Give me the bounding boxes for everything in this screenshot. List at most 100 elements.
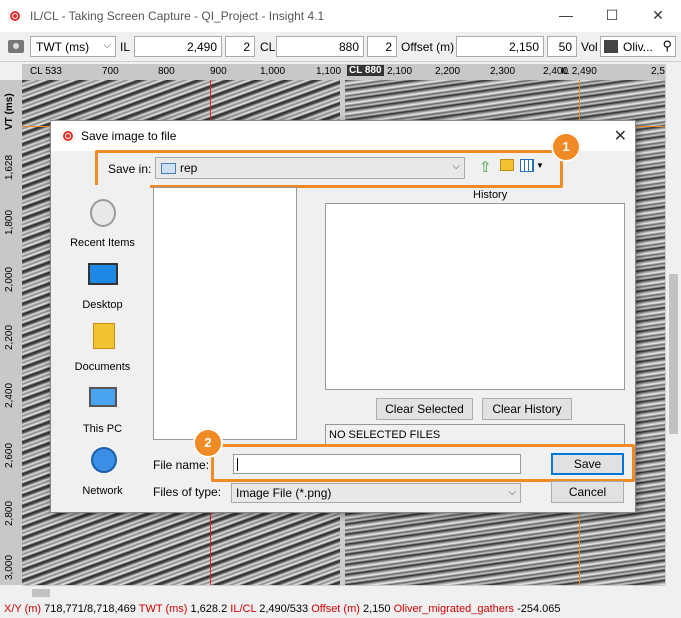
ruler-tick: 2,200 bbox=[435, 66, 461, 77]
close-button[interactable]: ✕ bbox=[635, 0, 681, 32]
twt-label: TWT (ms) bbox=[138, 603, 188, 615]
app-icon bbox=[8, 9, 22, 23]
place-this-pc[interactable]: This PC bbox=[55, 381, 150, 441]
ilcl-value: 2,490/533 bbox=[259, 603, 309, 615]
computer-icon bbox=[89, 387, 117, 407]
history-list[interactable] bbox=[325, 203, 625, 390]
offset-status-value: 2,150 bbox=[362, 603, 391, 615]
il-step-input[interactable]: 2 bbox=[225, 36, 255, 57]
domain-select[interactable]: TWT (ms) ⌵ bbox=[30, 36, 116, 57]
toolbar: TWT (ms) ⌵ IL 2,490 2 CL 880 2 Offset (m… bbox=[0, 32, 681, 62]
cl-label: CL bbox=[260, 40, 276, 54]
time-tick: 2,400 bbox=[4, 382, 15, 408]
cl-input[interactable]: 880 bbox=[276, 36, 364, 57]
callout-badge-2: 2 bbox=[193, 428, 223, 458]
recent-items-icon bbox=[90, 199, 116, 227]
ruler-tick: 2,300 bbox=[490, 66, 516, 77]
place-label: Desktop bbox=[82, 299, 123, 311]
places-bar: Recent Items Desktop Documents This PC N… bbox=[55, 185, 150, 505]
cl-panel-label: CL 880 bbox=[347, 65, 384, 76]
callout-highlight-2 bbox=[211, 444, 635, 482]
clear-selected-button[interactable]: Clear Selected bbox=[376, 398, 473, 420]
volume-select[interactable]: Oliv... ⚲ bbox=[600, 36, 676, 57]
place-label: Recent Items bbox=[70, 237, 135, 249]
xy-label: X/Y (m) bbox=[4, 603, 42, 615]
place-label: This PC bbox=[82, 423, 123, 435]
ruler-left: VT (ms) 1,628 1,800 2,000 2,200 2,400 2,… bbox=[0, 80, 22, 585]
il-input[interactable]: 2,490 bbox=[134, 36, 222, 57]
place-desktop[interactable]: Desktop bbox=[55, 257, 150, 317]
network-icon bbox=[91, 447, 117, 473]
ruler-tick: 2,100 bbox=[387, 66, 413, 77]
ruler-tick: 800 bbox=[158, 66, 175, 77]
scrollbar-thumb[interactable] bbox=[669, 274, 678, 434]
ruler-tick: 700 bbox=[102, 66, 119, 77]
il-panel-label: IL 2,490 bbox=[561, 66, 597, 77]
offset-label: Offset (m) bbox=[401, 40, 455, 54]
chevron-down-icon: ⌵ bbox=[508, 487, 516, 498]
offset-input[interactable]: 2,150 bbox=[456, 36, 544, 57]
ruler-tick: 1,100 bbox=[316, 66, 342, 77]
time-tick: 1,800 bbox=[4, 209, 15, 235]
time-tick: 2,800 bbox=[4, 500, 15, 526]
desktop-icon bbox=[88, 263, 118, 285]
time-tick: 2,000 bbox=[4, 266, 15, 292]
history-label: History bbox=[473, 189, 508, 201]
time-tick: 1,628 bbox=[4, 154, 15, 180]
vol-label: Vol bbox=[581, 40, 598, 54]
time-tick: 3,000 bbox=[4, 554, 15, 580]
volume-icon bbox=[604, 40, 618, 53]
place-network[interactable]: Network bbox=[55, 443, 150, 503]
files-of-type-value: Image File (*.png) bbox=[236, 486, 332, 500]
search-icon[interactable]: ⚲ bbox=[662, 38, 672, 54]
cancel-button[interactable]: Cancel bbox=[551, 481, 624, 503]
xy-value: 718,771/8,718,469 bbox=[44, 603, 136, 615]
chevron-down-icon: ⌵ bbox=[103, 40, 111, 51]
callout-badge-1: 1 bbox=[551, 132, 581, 162]
save-image-dialog: Save image to file ✕ Save in: rep ⌵ ⇧ ▼ … bbox=[50, 120, 636, 513]
ilcl-label: IL/CL bbox=[230, 603, 257, 615]
ruler-top-right: CL 880 2,100 2,200 2,300 2,400 IL 2,490 … bbox=[345, 64, 665, 80]
volume-value: Oliv... bbox=[623, 40, 653, 54]
dialog-title: Save image to file bbox=[81, 129, 177, 143]
offset-status-label: Offset (m) bbox=[311, 603, 360, 615]
place-label: Network bbox=[82, 485, 123, 497]
dialog-app-icon bbox=[61, 129, 75, 143]
horizontal-scrollbar[interactable] bbox=[22, 585, 665, 600]
vertical-scrollbar[interactable] bbox=[665, 64, 681, 585]
gather-value: -254.065 bbox=[517, 603, 561, 615]
file-list[interactable] bbox=[153, 187, 297, 440]
place-documents[interactable]: Documents bbox=[55, 319, 150, 379]
offset-step-input[interactable]: 50 bbox=[547, 36, 577, 57]
cl-step-input[interactable]: 2 bbox=[367, 36, 397, 57]
place-recent-items[interactable]: Recent Items bbox=[55, 195, 150, 255]
file-name-label: File name: bbox=[153, 458, 210, 472]
cl-panel-label: CL 533 bbox=[30, 66, 62, 77]
clear-history-button[interactable]: Clear History bbox=[482, 398, 572, 420]
ruler-top-left: CL 533 700 800 900 1,000 1,100 bbox=[22, 64, 342, 80]
dialog-close-icon[interactable]: ✕ bbox=[614, 126, 627, 146]
ruler-tick: 1,000 bbox=[260, 66, 286, 77]
ruler-tick: 900 bbox=[210, 66, 227, 77]
selected-files-status: NO SELECTED FILES bbox=[325, 424, 625, 446]
twt-value: 1,628.2 bbox=[190, 603, 228, 615]
domain-value: TWT (ms) bbox=[36, 40, 90, 54]
il-label: IL bbox=[120, 40, 131, 54]
dialog-title-bar: Save image to file ✕ bbox=[51, 121, 635, 151]
title-bar: IL/CL - Taking Screen Capture - QI_Proje… bbox=[0, 0, 681, 32]
minimize-button[interactable]: — bbox=[543, 0, 589, 32]
status-bar: X/Y (m) 718,771/8,718,469 TWT (ms) 1,628… bbox=[0, 600, 681, 618]
time-tick: 2,200 bbox=[4, 324, 15, 350]
scrollbar-thumb[interactable] bbox=[32, 589, 50, 597]
axis-title: VT (ms) bbox=[4, 93, 15, 130]
documents-icon bbox=[93, 323, 115, 349]
files-of-type-select[interactable]: Image File (*.png) ⌵ bbox=[231, 483, 521, 503]
callout-highlight-1 bbox=[95, 150, 563, 188]
files-of-type-label: Files of type: bbox=[153, 485, 222, 499]
ruler-tick: 2,5 bbox=[651, 66, 665, 77]
window-title: IL/CL - Taking Screen Capture - QI_Proje… bbox=[30, 9, 325, 23]
gather-label: Oliver_migrated_gathers bbox=[393, 603, 515, 615]
camera-icon[interactable] bbox=[8, 40, 24, 53]
place-label: Documents bbox=[74, 361, 131, 373]
maximize-button[interactable]: ☐ bbox=[589, 0, 635, 32]
